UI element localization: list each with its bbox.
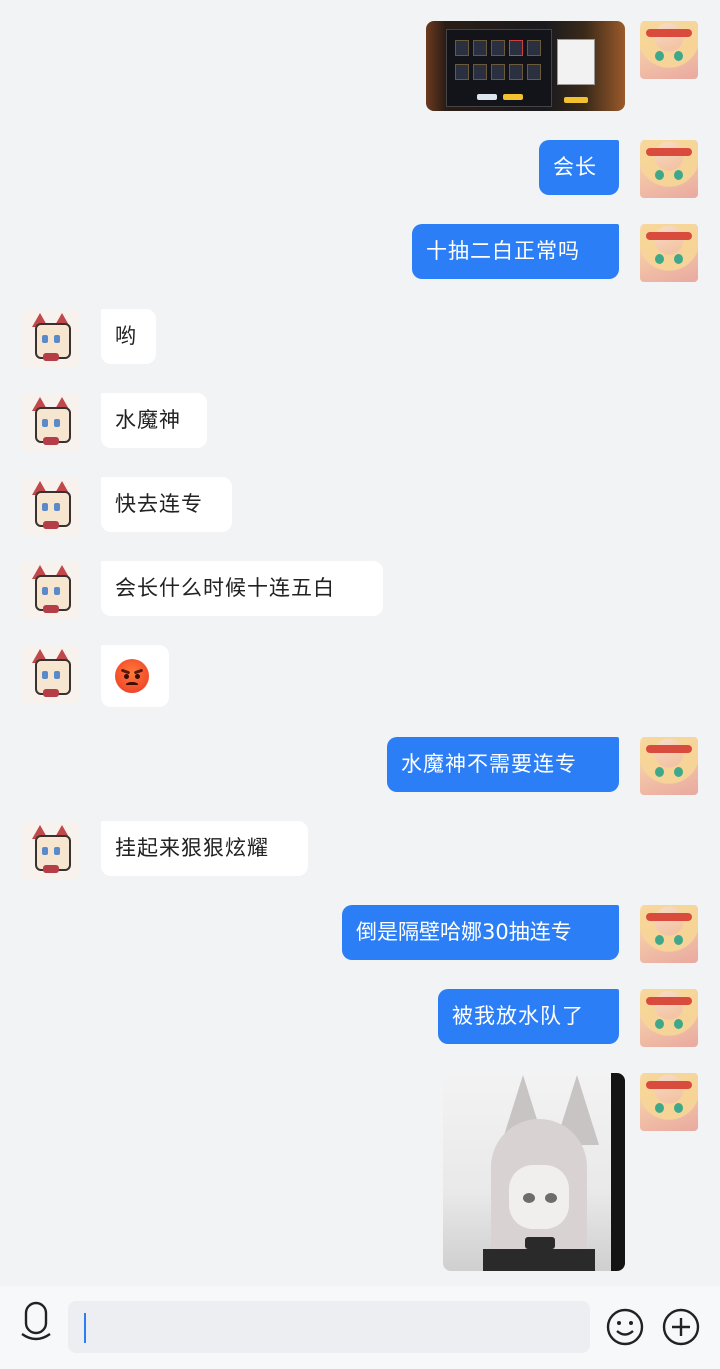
plus-icon[interactable] xyxy=(662,1308,700,1346)
message-input[interactable] xyxy=(68,1301,590,1353)
game-card xyxy=(509,64,523,80)
contact-message-bubble[interactable] xyxy=(101,645,169,707)
my-avatar[interactable] xyxy=(640,21,698,79)
my-message-bubble[interactable]: 十抽二白正常吗 xyxy=(412,224,619,279)
my-message-bubble[interactable]: 倒是隔壁哈娜30抽连专 xyxy=(342,905,619,960)
my-message-bubble[interactable]: 被我放水队了 xyxy=(438,989,619,1044)
game-card xyxy=(491,40,505,56)
game-reward-box xyxy=(557,39,595,85)
game-confirm-button xyxy=(564,97,588,103)
my-message-bubble[interactable]: 水魔神不需要连专 xyxy=(387,737,619,792)
contact-message-bubble[interactable]: 会长什么时候十连五白 xyxy=(101,561,383,616)
game-card xyxy=(473,40,487,56)
game-card xyxy=(509,40,523,56)
microphone-icon[interactable] xyxy=(20,1300,52,1344)
contact-avatar[interactable] xyxy=(22,477,80,535)
contact-message-bubble[interactable]: 哟 xyxy=(101,309,156,364)
emoji-icon[interactable] xyxy=(606,1308,644,1346)
game-card xyxy=(473,64,487,80)
my-avatar[interactable] xyxy=(640,1073,698,1131)
game-card xyxy=(527,40,541,56)
contact-message-bubble[interactable]: 快去连专 xyxy=(101,477,232,532)
game-card xyxy=(491,64,505,80)
text-cursor xyxy=(84,1313,86,1343)
my-avatar[interactable] xyxy=(640,905,698,963)
my-avatar[interactable] xyxy=(640,737,698,795)
contact-avatar[interactable] xyxy=(22,645,80,703)
contact-message-bubble[interactable]: 水魔神 xyxy=(101,393,207,448)
contact-avatar[interactable] xyxy=(22,309,80,367)
chat-image-anime-picture[interactable] xyxy=(443,1073,625,1271)
my-message-bubble[interactable]: 会长 xyxy=(539,140,619,195)
game-button xyxy=(477,94,497,100)
game-card xyxy=(527,64,541,80)
game-card xyxy=(455,40,469,56)
my-avatar[interactable] xyxy=(640,224,698,282)
game-card xyxy=(455,64,469,80)
contact-message-bubble[interactable]: 挂起来狠狠炫耀 xyxy=(101,821,308,876)
angry-face-emoji-icon xyxy=(115,658,149,693)
chat-input-bar xyxy=(0,1286,720,1369)
contact-avatar[interactable] xyxy=(22,821,80,879)
game-panel xyxy=(446,29,552,107)
game-button xyxy=(503,94,523,100)
chat-image-game-screenshot[interactable] xyxy=(426,21,625,111)
my-avatar[interactable] xyxy=(640,989,698,1047)
contact-avatar[interactable] xyxy=(22,393,80,451)
contact-avatar[interactable] xyxy=(22,561,80,619)
my-avatar[interactable] xyxy=(640,140,698,198)
